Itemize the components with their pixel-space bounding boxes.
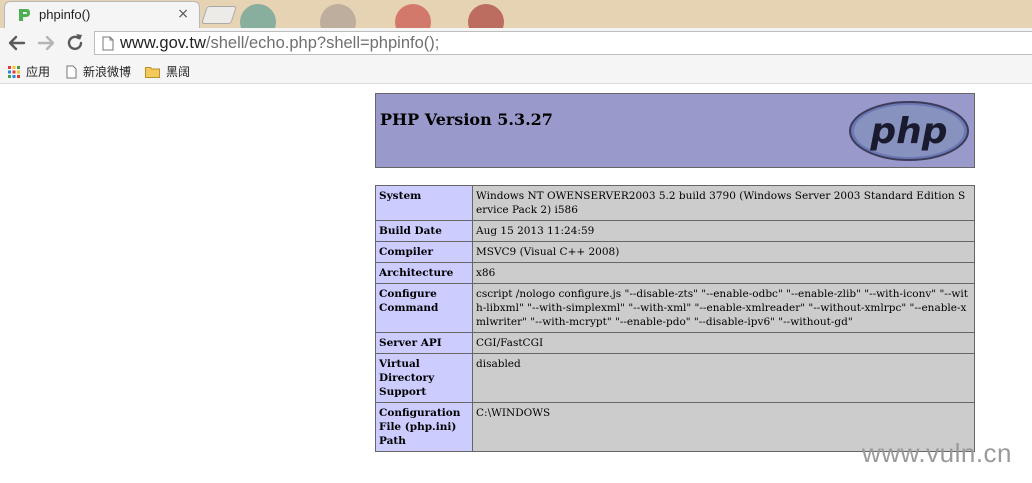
- row-key: Configure Command: [375, 283, 473, 333]
- row-value: Windows NT OWENSERVER2003 5.2 build 3790…: [472, 185, 975, 221]
- blurred-background-icon: [395, 4, 431, 28]
- bookmark-apps[interactable]: 应用: [8, 63, 50, 79]
- url-path: /shell/echo.php?shell=phpinfo();: [205, 34, 440, 52]
- url-host: www.gov.tw: [120, 34, 206, 52]
- page-icon: [102, 36, 114, 51]
- blurred-background-icon: [468, 4, 504, 28]
- bookmarks-bar: 应用 新浪微博 黑阔: [0, 58, 1032, 84]
- row-key: System: [375, 185, 473, 221]
- new-tab-button[interactable]: [201, 6, 237, 24]
- table-row: Architecture x86: [375, 262, 975, 284]
- close-tab-icon[interactable]: ×: [177, 6, 189, 22]
- forward-arrow-icon[interactable]: [35, 32, 57, 54]
- bookmark-label: 新浪微博: [83, 65, 132, 79]
- row-key: Configuration File (php.ini) Path: [375, 402, 473, 452]
- blurred-background-icon: [320, 4, 356, 28]
- row-value: CGI/FastCGI: [472, 332, 975, 354]
- phpinfo-table: System Windows NT OWENSERVER2003 5.2 buil…: [375, 185, 975, 452]
- bookmark-label: 应用: [26, 65, 51, 79]
- table-row: Virtual Directory Support disabled: [375, 353, 975, 403]
- row-key: Compiler: [375, 241, 473, 263]
- page-content: PHP Version 5.3.27 php System Windows NT …: [0, 84, 1032, 483]
- php-logo-text: php: [869, 111, 947, 152]
- row-value: MSVC9 (Visual C++ 2008): [472, 241, 975, 263]
- row-key: Build Date: [375, 220, 473, 242]
- reload-icon[interactable]: [64, 32, 86, 54]
- bookmark-heikuo[interactable]: 黑阔: [145, 63, 190, 79]
- row-key: Architecture: [375, 262, 473, 284]
- page-title: PHP Version 5.3.27: [380, 110, 553, 129]
- table-row: Configure Command cscript /nologo configu…: [375, 283, 975, 333]
- php-version-header: PHP Version 5.3.27 php: [375, 93, 975, 168]
- table-row: System Windows NT OWENSERVER2003 5.2 buil…: [375, 185, 975, 221]
- row-key: Virtual Directory Support: [375, 353, 473, 403]
- toolbar: www.gov.tw/shell/echo.php?shell=phpinfo(…: [0, 28, 1032, 58]
- row-value: x86: [472, 262, 975, 284]
- blurred-background-icon: [240, 4, 276, 28]
- bookmark-sina-weibo[interactable]: 新浪微博: [66, 63, 131, 79]
- table-row: Server API CGI/FastCGI: [375, 332, 975, 354]
- watermark: www.vuln.cn: [862, 438, 1012, 468]
- php-logo-icon: php: [849, 101, 969, 161]
- row-value: cscript /nologo configure.js "--disable-…: [472, 283, 975, 333]
- tab-strip: phpinfo() ×: [0, 0, 1032, 28]
- back-arrow-icon[interactable]: [6, 32, 28, 54]
- bookmark-label: 黑阔: [166, 65, 191, 79]
- table-row: Compiler MSVC9 (Visual C++ 2008): [375, 241, 975, 263]
- row-value: disabled: [472, 353, 975, 403]
- row-value: Aug 15 2013 11:24:59: [472, 220, 975, 242]
- row-key: Server API: [375, 332, 473, 354]
- php-favicon-icon: [19, 9, 30, 21]
- url-text[interactable]: www.gov.tw/shell/echo.php?shell=phpinfo(…: [120, 34, 439, 53]
- address-bar[interactable]: www.gov.tw/shell/echo.php?shell=phpinfo(…: [94, 31, 1032, 55]
- table-row: Build Date Aug 15 2013 11:24:59: [375, 220, 975, 242]
- tab-phpinfo[interactable]: phpinfo() ×: [4, 1, 200, 28]
- tab-title: phpinfo(): [39, 7, 91, 22]
- apps-grid-icon: [8, 65, 20, 78]
- folder-icon: [145, 66, 160, 78]
- page-icon: [66, 65, 77, 78]
